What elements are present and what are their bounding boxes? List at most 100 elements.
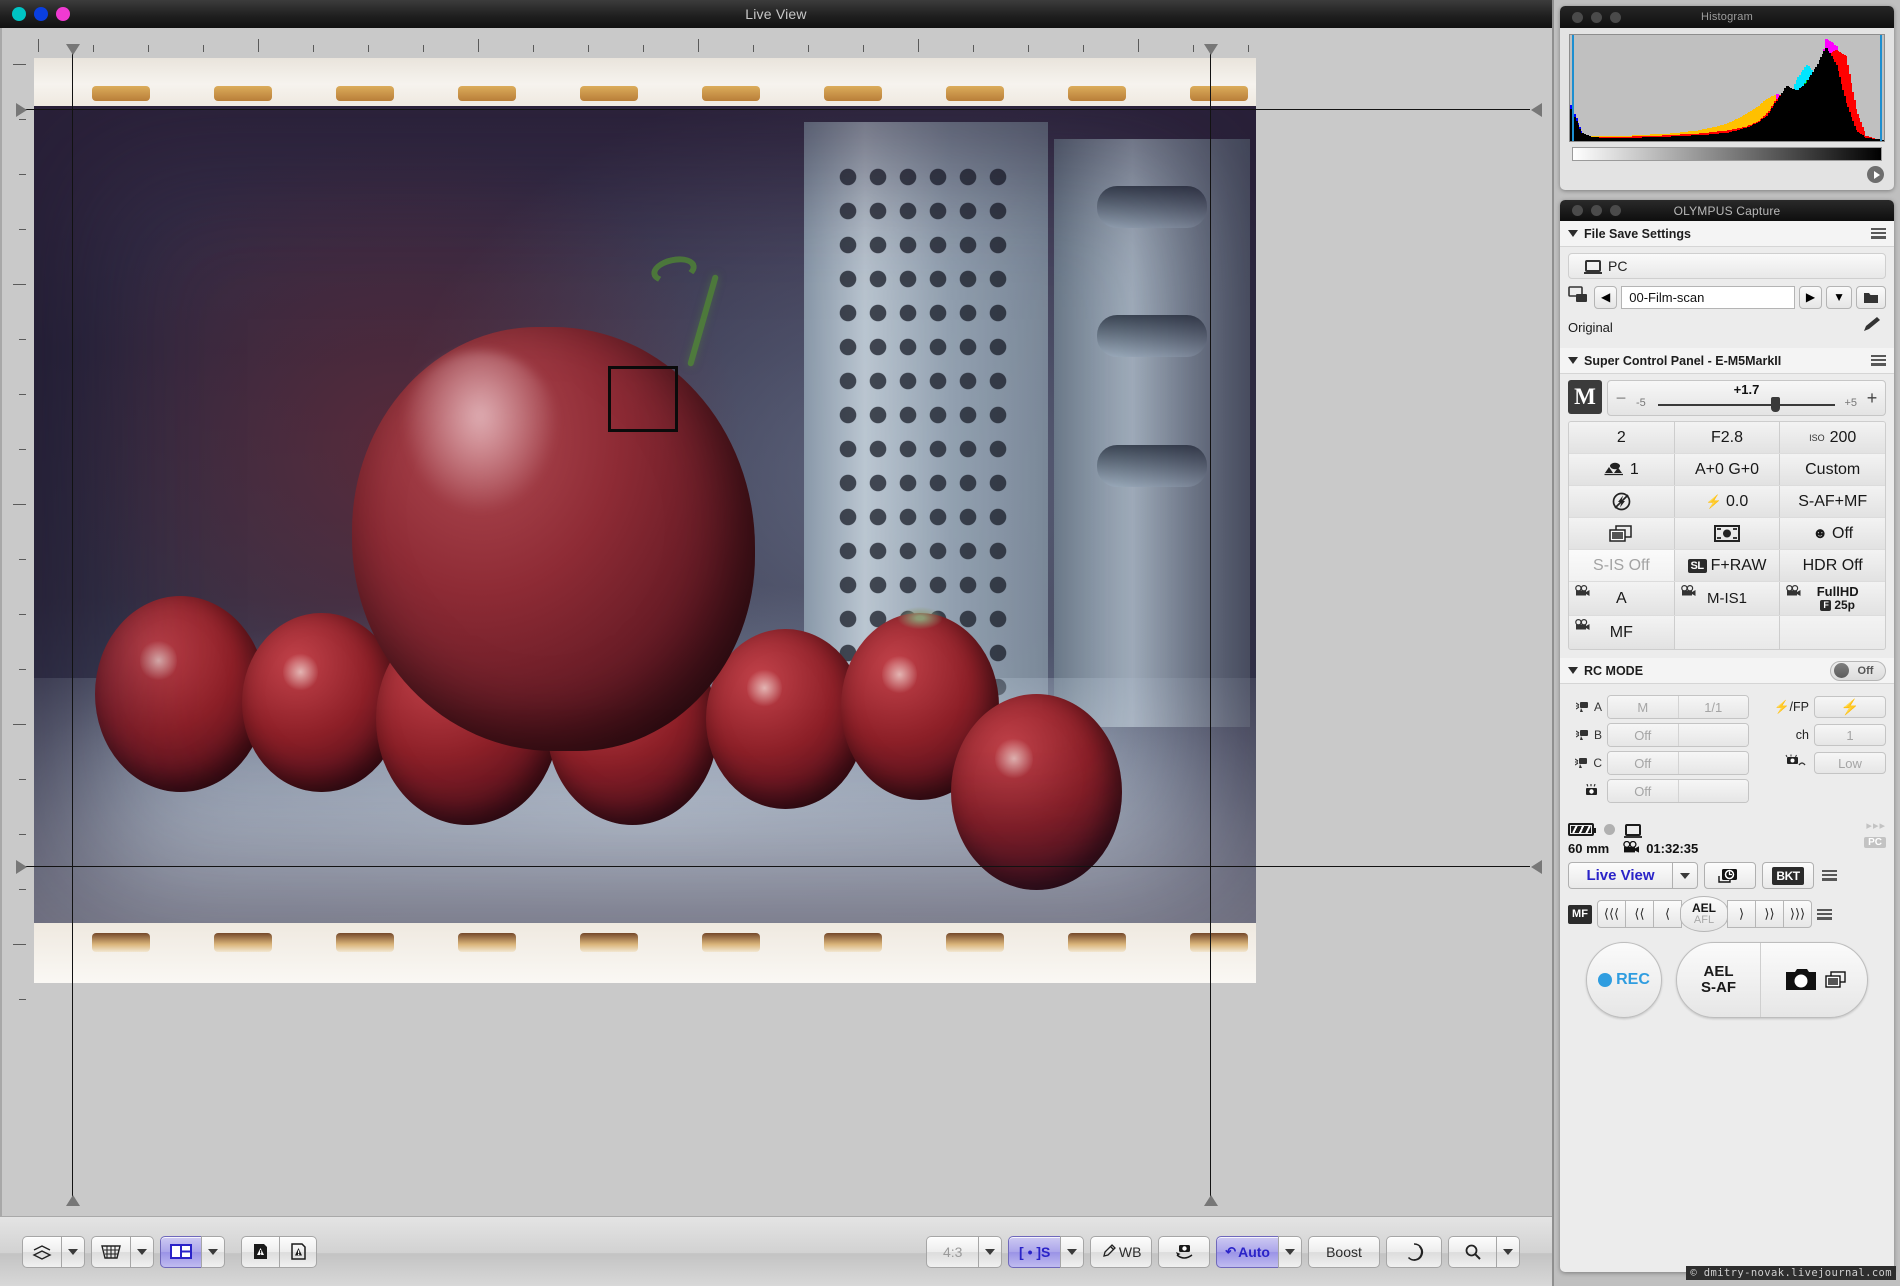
aperture-cell[interactable]: F2.8 (1674, 422, 1780, 453)
hdr-cell[interactable]: HDR Off (1780, 550, 1885, 581)
disclosure-triangle-icon[interactable] (1568, 667, 1578, 674)
picture-mode-cell[interactable]: 1 (1569, 454, 1674, 485)
folder-prev-button[interactable]: ◀ (1594, 285, 1618, 309)
shooting-mode-badge[interactable]: M (1568, 380, 1602, 414)
super-control-panel-header[interactable]: Super Control Panel - E-M5MarkII (1560, 348, 1894, 374)
ev-knob[interactable] (1771, 397, 1781, 412)
movie-af-cell[interactable]: MF (1569, 616, 1674, 649)
hamburger-menu-icon[interactable] (1871, 228, 1886, 239)
focus-far-1-button[interactable]: ⟨ (1653, 900, 1682, 928)
movie-quality-cell[interactable]: FullHD F 25p (1780, 582, 1885, 615)
af-target-box[interactable] (608, 366, 678, 432)
magnify-dropdown[interactable] (1496, 1235, 1520, 1268)
ev-increase-button[interactable]: + (1859, 388, 1885, 409)
focus-near-2-button[interactable]: ⟩⟩ (1755, 900, 1784, 928)
rc-fp-value[interactable]: ⚡ (1814, 696, 1886, 718)
folder-path-value[interactable]: 00-Film-scan (1621, 285, 1795, 309)
movie-stabilizer-cell[interactable]: M-IS1 (1674, 582, 1780, 615)
rc-camera-mode[interactable]: Off (1608, 780, 1679, 802)
split-view-button[interactable] (160, 1235, 201, 1268)
white-balance-picker-button[interactable]: WB (1090, 1235, 1153, 1268)
rc-ch-value[interactable]: 1 (1814, 724, 1886, 746)
destination-row[interactable]: PC (1568, 253, 1886, 279)
rc-a-mode[interactable]: M (1608, 696, 1679, 718)
guide-handle-right-bottom[interactable] (1531, 860, 1542, 874)
overlay-compare-button[interactable] (22, 1235, 61, 1268)
guide-line-horizontal-top[interactable] (24, 109, 1530, 110)
focus-far-3-button[interactable]: ⟨⟨⟨ (1597, 900, 1626, 928)
histogram-marker-left[interactable] (1572, 35, 1574, 141)
af-mode-cell[interactable]: S-AF+MF (1780, 486, 1885, 517)
interval-shooting-button[interactable] (1704, 862, 1756, 889)
focus-near-3-button[interactable]: ⟩⟩⟩ (1783, 900, 1812, 928)
live-view-canvas[interactable] (0, 28, 1552, 1216)
guide-line-vertical-left[interactable] (72, 48, 73, 1198)
hamburger-menu-icon[interactable] (1871, 355, 1886, 366)
capture-titlebar[interactable]: OLYMPUS Capture (1560, 200, 1894, 221)
file-save-settings-header[interactable]: File Save Settings (1560, 221, 1894, 247)
ruler-top[interactable] (2, 28, 1552, 52)
guide-handle-top-left[interactable] (66, 44, 80, 55)
rc-mode-header[interactable]: RC MODE Off (1560, 658, 1894, 684)
grid-overlay-button[interactable] (91, 1235, 130, 1268)
rc-c-mode[interactable]: Off (1608, 752, 1679, 774)
boost-button[interactable]: Boost (1308, 1235, 1380, 1268)
wb-shift-cell[interactable]: A+0 G+0 (1674, 454, 1780, 485)
ev-slider[interactable]: +1.7 -5 +5 (1634, 381, 1859, 415)
rotate-camera-button[interactable] (1158, 1235, 1211, 1268)
aspect-ratio-dropdown[interactable] (978, 1235, 1003, 1268)
rec-button[interactable]: REC (1586, 942, 1662, 1018)
rc-camera-power[interactable] (1678, 780, 1748, 802)
bracketing-button[interactable]: BKT (1762, 862, 1814, 889)
guide-line-vertical-right[interactable] (1210, 48, 1211, 1198)
folder-browse-button[interactable] (1856, 285, 1886, 309)
guide-handle-bottom-right[interactable] (1204, 1195, 1218, 1206)
highlight-warning-button[interactable] (279, 1235, 317, 1268)
guide-handle-bottom-left[interactable] (66, 1195, 80, 1206)
iso-cell[interactable]: ISO 200 (1780, 422, 1885, 453)
focus-far-2-button[interactable]: ⟨⟨ (1625, 900, 1654, 928)
live-view-button[interactable]: Live View (1568, 862, 1672, 889)
rc-b-mode[interactable]: Off (1608, 724, 1679, 746)
play-icon[interactable] (1867, 166, 1884, 183)
ael-saf-button[interactable]: AEL S-AF (1677, 943, 1761, 1017)
histogram-marker-right[interactable] (1880, 35, 1882, 141)
wb-mode-cell[interactable]: Custom (1780, 454, 1885, 485)
af-mode-button[interactable]: [ • ]S (1008, 1235, 1061, 1268)
disclosure-triangle-icon[interactable] (1568, 357, 1578, 364)
live-view-titlebar[interactable]: Live View (0, 0, 1552, 28)
overlay-compare-dropdown[interactable] (61, 1235, 85, 1268)
folder-next-button[interactable]: ▶ (1798, 285, 1823, 309)
hamburger-menu-icon[interactable] (1822, 870, 1837, 881)
movie-mode-cell[interactable]: A (1569, 582, 1674, 615)
image-quality-cell[interactable]: SL F+RAW (1674, 550, 1780, 581)
af-mode-dropdown[interactable] (1060, 1235, 1085, 1268)
rc-mode-toggle[interactable]: Off (1830, 660, 1886, 681)
drive-mode-cell[interactable] (1569, 518, 1674, 549)
grid-overlay-dropdown[interactable] (130, 1235, 154, 1268)
auto-exposure-button[interactable]: ↶ Auto (1216, 1235, 1278, 1268)
shutter-speed-cell[interactable]: 2 (1569, 422, 1674, 453)
rc-b-power[interactable] (1678, 724, 1748, 746)
histogram-titlebar[interactable]: Histogram (1560, 6, 1894, 28)
shutter-release-button[interactable] (1761, 943, 1867, 1017)
guide-line-horizontal-bottom[interactable] (24, 866, 1530, 867)
guide-handle-left-top[interactable] (16, 103, 27, 117)
mf-badge[interactable]: MF (1568, 904, 1592, 924)
rc-a-power[interactable]: 1/1 (1678, 696, 1748, 718)
magnify-button[interactable] (1448, 1235, 1496, 1268)
edit-pencil-icon[interactable] (1860, 315, 1886, 340)
ruler-left[interactable] (2, 28, 26, 1216)
depth-of-field-button[interactable] (1386, 1235, 1442, 1268)
shadow-warning-button[interactable] (241, 1235, 279, 1268)
face-detect-cell[interactable]: ☻ Off (1780, 518, 1885, 549)
disclosure-triangle-icon[interactable] (1568, 230, 1578, 237)
folder-dropdown-button[interactable]: ▼ (1826, 285, 1852, 309)
flash-compensation-cell[interactable]: ⚡ 0.0 (1674, 486, 1780, 517)
live-view-dropdown[interactable] (1672, 862, 1698, 889)
ael-afl-button[interactable]: AEL AFL (1680, 896, 1728, 932)
ev-decrease-button[interactable]: − (1608, 388, 1634, 409)
rc-c-power[interactable] (1678, 752, 1748, 774)
guide-handle-left-bottom[interactable] (16, 860, 27, 874)
aspect-ratio-value[interactable]: 4:3 (926, 1235, 979, 1268)
